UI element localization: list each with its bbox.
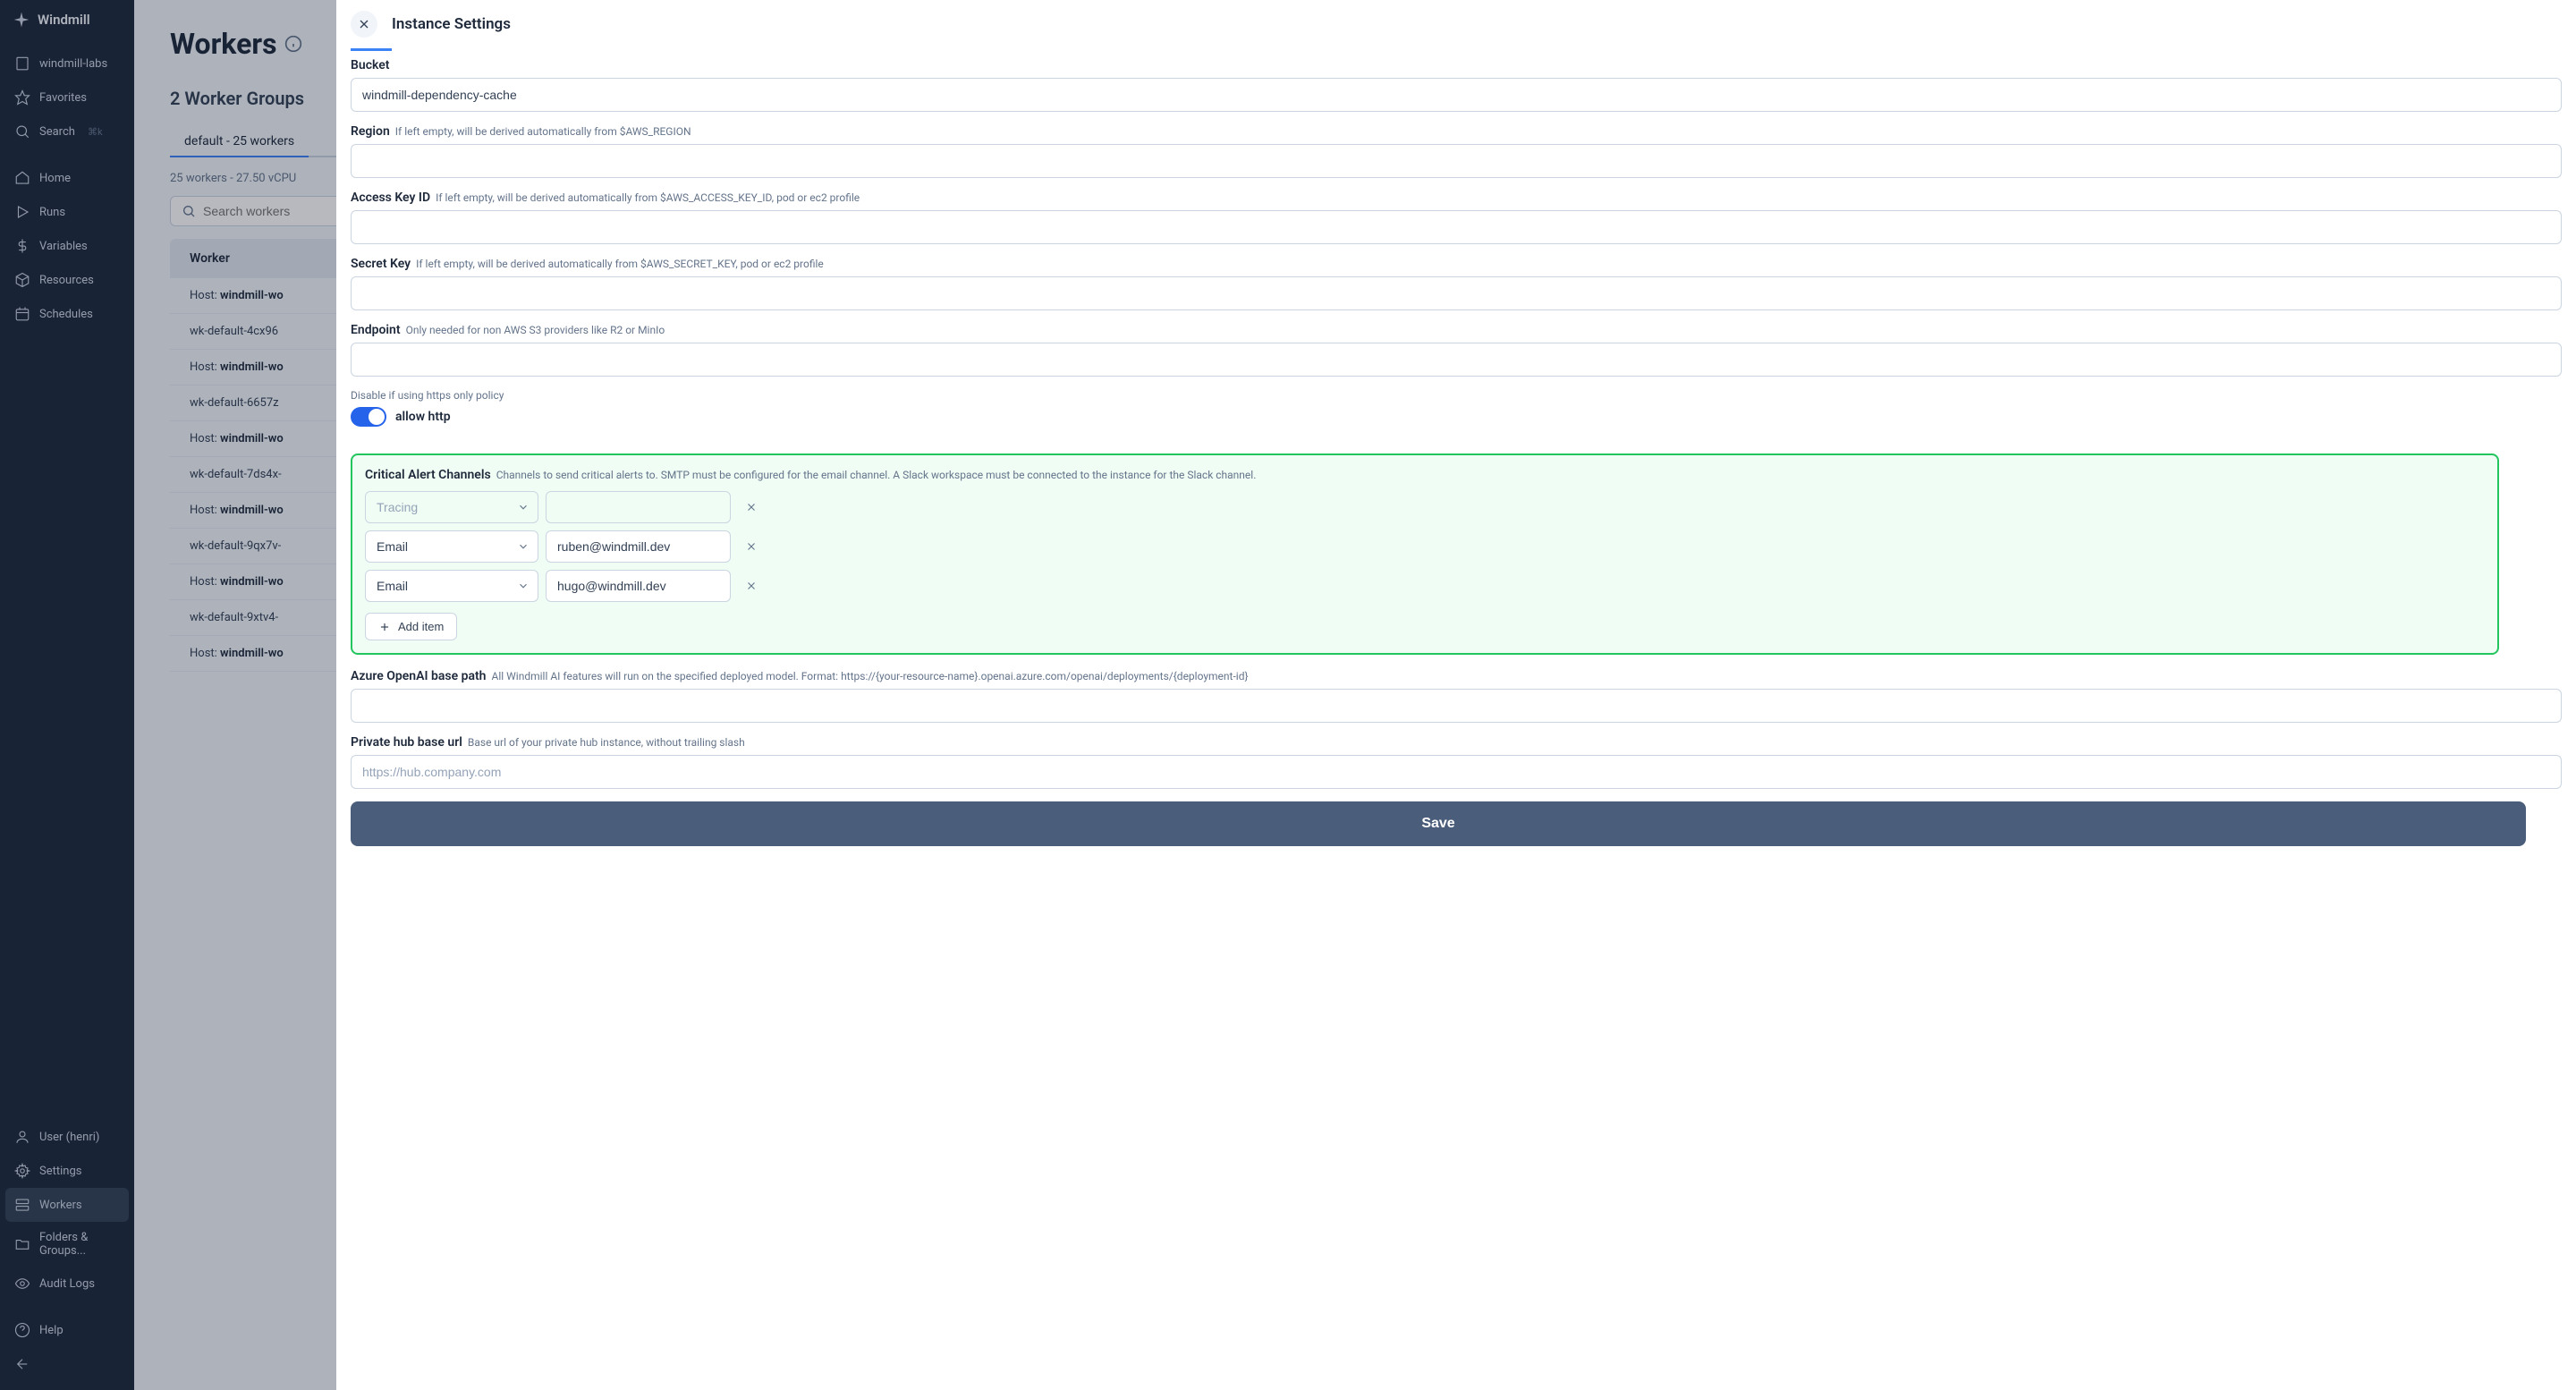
allow-http-toggle[interactable] (351, 407, 386, 427)
access-key-label: Access Key ID (351, 191, 430, 205)
secret-key-hint: If left empty, will be derived automatic… (416, 258, 824, 270)
endpoint-input[interactable] (351, 343, 2562, 377)
critical-alert-section: Critical Alert Channels Channels to send… (351, 453, 2499, 655)
access-key-hint: If left empty, will be derived automatic… (436, 191, 860, 204)
critical-label: Critical Alert Channels (365, 468, 491, 482)
secret-key-label: Secret Key (351, 257, 411, 271)
close-icon (745, 501, 758, 513)
critical-hint: Channels to send critical alerts to. SMT… (496, 469, 1257, 481)
remove-channel-button[interactable] (738, 572, 765, 599)
azure-hint: All Windmill AI features will run on the… (492, 670, 1249, 682)
http-toggle-hint: Disable if using https only policy (351, 389, 2562, 402)
secret-key-input[interactable] (351, 276, 2562, 310)
endpoint-hint: Only needed for non AWS S3 providers lik… (406, 324, 665, 336)
close-icon (745, 580, 758, 592)
channel-row: Email (365, 570, 2485, 602)
save-button[interactable]: Save (351, 801, 2526, 846)
plus-icon (378, 621, 391, 633)
channel-value-input[interactable] (546, 570, 731, 602)
add-item-button[interactable]: Add item (365, 613, 457, 640)
azure-input[interactable] (351, 689, 2562, 723)
channel-row: Email (365, 530, 2485, 563)
modal-title: Instance Settings (392, 15, 511, 33)
hub-hint: Base url of your private hub instance, w… (468, 736, 745, 749)
remove-channel-button[interactable] (738, 494, 765, 521)
add-item-label: Add item (398, 620, 444, 633)
close-icon (745, 540, 758, 553)
channel-type-select[interactable]: Email (365, 570, 538, 602)
region-hint: If left empty, will be derived automatic… (395, 125, 691, 138)
hub-input[interactable] (351, 755, 2562, 789)
close-button[interactable] (351, 11, 377, 38)
endpoint-label: Endpoint (351, 323, 401, 337)
bucket-label: Bucket (351, 58, 390, 72)
channel-row: Tracing (365, 491, 2485, 523)
remove-channel-button[interactable] (738, 533, 765, 560)
region-input[interactable] (351, 144, 2562, 178)
modal-body: Bucket Region If left empty, will be der… (336, 51, 2576, 1390)
channel-type-select[interactable]: Email (365, 530, 538, 563)
allow-http-label: allow http (395, 410, 451, 424)
bucket-input[interactable] (351, 78, 2562, 112)
azure-label: Azure OpenAI base path (351, 669, 487, 683)
channel-value-input[interactable] (546, 530, 731, 563)
modal-overlay: Instance Settings Bucket Region If left … (0, 0, 2576, 1390)
access-key-input[interactable] (351, 210, 2562, 244)
close-icon (357, 17, 371, 31)
hub-label: Private hub base url (351, 735, 462, 750)
instance-settings-modal: Instance Settings Bucket Region If left … (336, 0, 2576, 1390)
region-label: Region (351, 124, 390, 139)
channel-value-input[interactable] (546, 491, 731, 523)
modal-header: Instance Settings (336, 0, 2576, 48)
channel-type-select[interactable]: Tracing (365, 491, 538, 523)
